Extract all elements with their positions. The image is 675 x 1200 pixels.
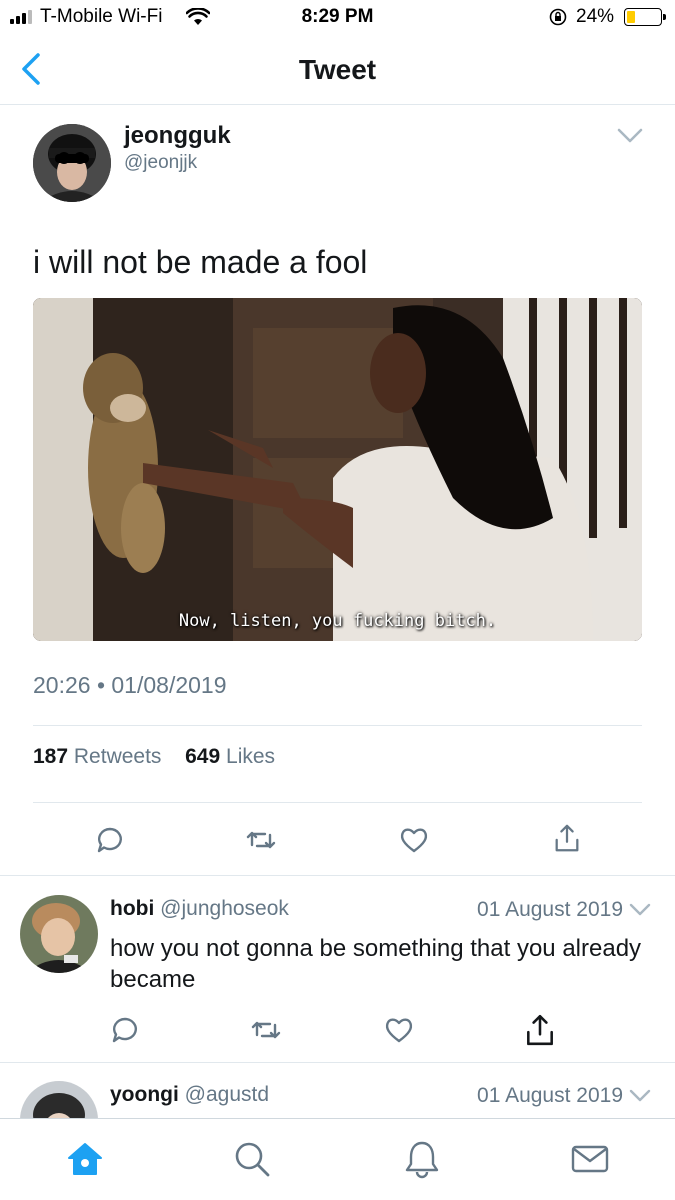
home-icon[interactable]	[65, 1139, 105, 1179]
display-name[interactable]: jeongguk	[124, 122, 231, 150]
avatar[interactable]	[20, 895, 98, 973]
divider	[33, 802, 642, 803]
status-time: 8:29 PM	[301, 6, 374, 27]
media-subtitle: Now, listen, you fucking bitch.	[178, 611, 497, 631]
share-icon[interactable]	[524, 1013, 556, 1047]
divider	[0, 875, 675, 876]
reply-date: 01 August 2019	[477, 1084, 623, 1107]
likes-count[interactable]: 649	[185, 745, 220, 768]
like-icon[interactable]	[399, 825, 429, 855]
user-handle[interactable]: @jeonjjk	[124, 152, 197, 174]
reply-icon[interactable]	[110, 1015, 140, 1045]
tweet-stats: 187 Retweets 649 Likes	[33, 745, 275, 769]
battery-icon	[624, 8, 666, 26]
reply-handle[interactable]: @junghoseok	[160, 897, 289, 920]
chevron-down-icon[interactable]	[629, 903, 651, 917]
reply-date: 01 August 2019	[477, 898, 623, 921]
avatar[interactable]	[33, 124, 111, 202]
reply-name[interactable]: yoongi	[110, 1083, 179, 1106]
reply-icon[interactable]	[95, 825, 125, 855]
tweet-text: i will not be made a fool	[33, 244, 368, 280]
divider	[0, 1062, 675, 1063]
retweets-count[interactable]: 187	[33, 745, 68, 768]
tweet-media[interactable]: Now, listen, you fucking bitch.	[33, 298, 642, 641]
nav-bar: Tweet	[0, 36, 675, 105]
reply-author[interactable]: hobi @junghoseok	[110, 897, 289, 921]
chevron-down-icon[interactable]	[617, 128, 643, 144]
share-icon[interactable]	[552, 823, 582, 853]
messages-icon[interactable]	[570, 1139, 610, 1179]
reply-name[interactable]: hobi	[110, 897, 154, 920]
rotation-lock-icon	[549, 8, 567, 26]
chevron-down-icon[interactable]	[629, 1089, 651, 1103]
tweet-timestamp: 20:26 • 01/08/2019	[33, 672, 227, 698]
reply-handle[interactable]: @agustd	[185, 1083, 269, 1106]
reply-author[interactable]: yoongi @agustd	[110, 1083, 269, 1107]
like-icon[interactable]	[384, 1015, 414, 1045]
notifications-icon[interactable]	[402, 1139, 442, 1179]
retweet-icon[interactable]	[246, 825, 276, 855]
status-bar: T-Mobile Wi-Fi 8:29 PM 24%	[0, 0, 675, 36]
reply-text: how you not gonna be something that you …	[110, 935, 642, 993]
tab-bar	[0, 1118, 675, 1200]
divider	[33, 725, 642, 726]
retweet-icon[interactable]	[251, 1015, 281, 1045]
search-icon[interactable]	[232, 1139, 272, 1179]
battery-percentage: 24%	[576, 6, 615, 27]
likes-label[interactable]: Likes	[226, 745, 275, 768]
page-title: Tweet	[298, 54, 377, 85]
retweets-label[interactable]: Retweets	[74, 745, 162, 768]
